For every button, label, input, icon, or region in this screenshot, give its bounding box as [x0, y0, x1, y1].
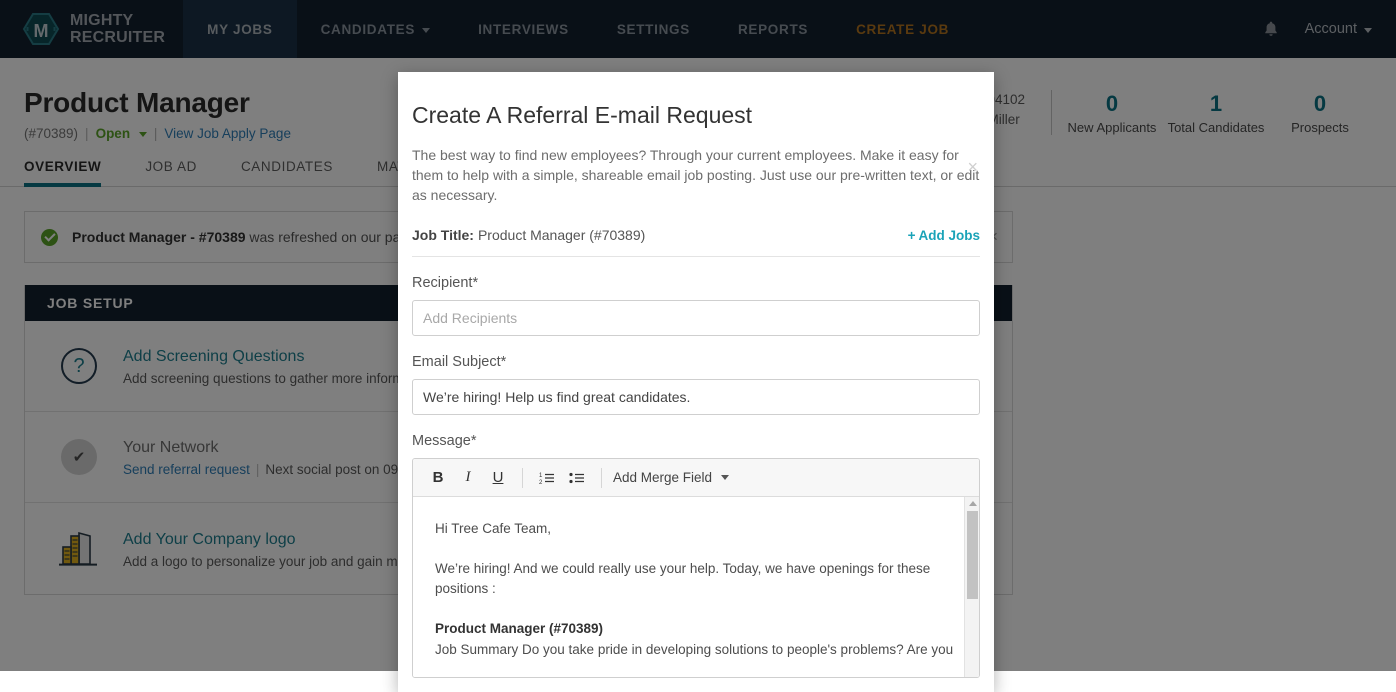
message-greeting: Hi Tree Cafe Team,	[435, 519, 957, 539]
message-label: Message*	[412, 433, 980, 449]
svg-text:2: 2	[539, 480, 543, 485]
message-job-summary: Job Summary Do you take pride in develop…	[435, 640, 957, 660]
toolbar-divider	[601, 468, 602, 488]
rich-text-editor: B I U 1 2	[412, 458, 980, 678]
plus-icon: +	[908, 228, 916, 243]
modal-body: Create A Referral E-mail Request The bes…	[398, 72, 994, 678]
bold-button[interactable]: B	[423, 465, 453, 491]
bullet-list-icon[interactable]	[562, 465, 592, 491]
email-subject-field-group: Email Subject*	[412, 354, 980, 415]
editor-scrollbar[interactable]	[964, 497, 979, 677]
underline-button[interactable]: U	[483, 465, 513, 491]
ordered-list-icon[interactable]: 1 2	[532, 465, 562, 491]
editor-toolbar: B I U 1 2	[413, 459, 979, 497]
add-merge-field-label: Add Merge Field	[613, 470, 712, 485]
scrollbar-thumb[interactable]	[967, 511, 978, 599]
modal-description: The best way to find new employees? Thro…	[412, 145, 980, 205]
close-icon[interactable]: ×	[967, 158, 978, 176]
modal-title: Create A Referral E-mail Request	[412, 88, 980, 130]
italic-button[interactable]: I	[453, 465, 483, 491]
add-merge-field-dropdown[interactable]: Add Merge Field	[611, 470, 729, 485]
message-field-group: Message* B I U 1 2	[412, 433, 980, 678]
chevron-down-icon	[721, 475, 729, 480]
add-jobs-button[interactable]: +Add Jobs	[908, 228, 980, 243]
recipient-label: Recipient*	[412, 275, 980, 291]
referral-email-modal: × Create A Referral E-mail Request The b…	[398, 72, 994, 692]
toolbar-divider	[522, 468, 523, 488]
svg-text:1: 1	[539, 473, 543, 479]
modal-job-title-row: Job Title: Product Manager (#70389) +Add…	[412, 227, 980, 257]
email-subject-input[interactable]	[412, 379, 980, 415]
message-intro: We’re hiring! And we could really use yo…	[435, 559, 957, 599]
add-jobs-label: Add Jobs	[918, 228, 980, 243]
message-body-editable[interactable]: Hi Tree Cafe Team, We’re hiring! And we …	[413, 497, 979, 677]
recipient-field-group: Recipient*	[412, 275, 980, 336]
scroll-up-arrow-icon[interactable]	[969, 501, 977, 506]
job-title-label: Job Title:	[412, 227, 474, 243]
message-job-heading: Product Manager (#70389)	[435, 619, 957, 639]
job-title-value: Product Manager (#70389)	[478, 227, 645, 243]
recipient-input[interactable]	[412, 300, 980, 336]
email-subject-label: Email Subject*	[412, 354, 980, 370]
